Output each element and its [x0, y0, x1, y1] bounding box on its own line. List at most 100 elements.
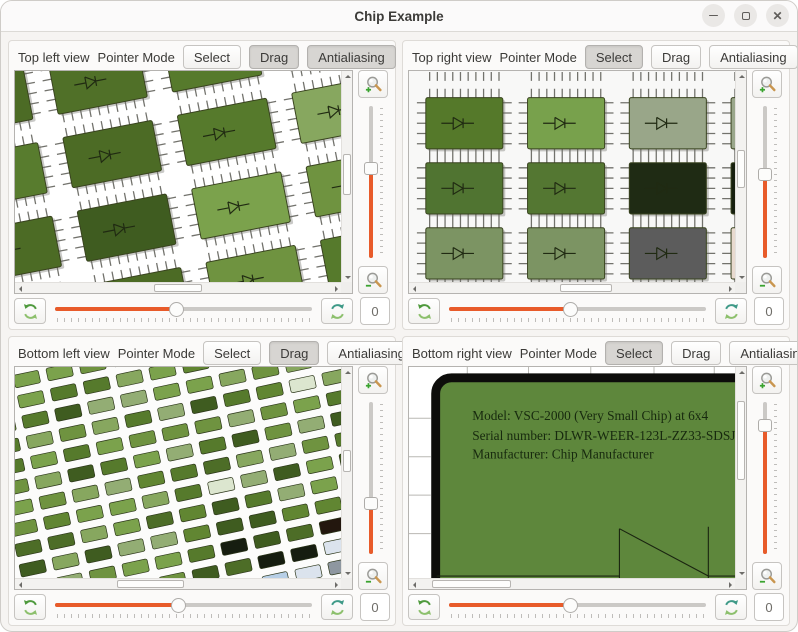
drag-button[interactable]: Drag [249, 45, 299, 69]
rotate-right-button[interactable] [715, 298, 747, 324]
rotation-spinbox[interactable]: 0 [360, 593, 390, 621]
antialiasing-button[interactable]: Antialiasing [729, 341, 798, 365]
horizontal-scrollbar-track[interactable] [26, 283, 330, 293]
drag-button[interactable]: Drag [651, 45, 701, 69]
scroll-down-button[interactable] [342, 271, 353, 282]
rotate-slider-handle[interactable] [171, 598, 186, 613]
scroll-left-button[interactable] [15, 579, 26, 590]
scroll-left-button[interactable] [409, 283, 420, 294]
rotate-slider-ticks [451, 318, 704, 322]
rotate-left-icon [21, 302, 40, 321]
vertical-scrollbar[interactable] [735, 367, 746, 578]
rotate-slider-handle[interactable] [169, 302, 184, 317]
rotate-slider[interactable] [447, 595, 708, 619]
rotate-right-button[interactable] [321, 298, 353, 324]
horizontal-scrollbar[interactable] [15, 282, 341, 293]
horizontal-scrollbar-track[interactable] [420, 579, 724, 589]
zoom-slider[interactable] [755, 104, 779, 260]
antialiasing-button[interactable]: Antialiasing [307, 45, 396, 69]
vertical-scrollbar[interactable] [341, 71, 352, 282]
vertical-scrollbar-thumb[interactable] [737, 401, 745, 480]
graphics-view[interactable] [408, 70, 747, 294]
drag-button[interactable]: Drag [269, 341, 319, 365]
horizontal-scrollbar[interactable] [409, 578, 735, 589]
horizontal-scrollbar-thumb[interactable] [117, 580, 184, 588]
zoom-out-button[interactable] [752, 266, 782, 294]
scroll-right-button[interactable] [330, 283, 341, 294]
rotate-right-button[interactable] [321, 594, 353, 620]
scroll-left-button[interactable] [15, 283, 26, 294]
scroll-up-button[interactable] [342, 367, 353, 378]
zoom-slider[interactable] [755, 400, 779, 556]
zoom-in-button[interactable] [752, 70, 782, 98]
rotate-slider[interactable] [53, 595, 314, 619]
zoom-in-button[interactable] [752, 366, 782, 394]
scroll-left-button[interactable] [409, 579, 420, 590]
scroll-right-button[interactable] [724, 579, 735, 590]
zoom-slider[interactable] [361, 104, 385, 260]
window-minimize-button[interactable] [702, 4, 725, 27]
vertical-scrollbar-track[interactable] [736, 82, 746, 271]
zoom-out-button[interactable] [358, 562, 388, 590]
vertical-scrollbar-thumb[interactable] [343, 154, 351, 196]
rotate-left-button[interactable] [14, 298, 46, 324]
zoom-slider-handle[interactable] [364, 162, 378, 175]
graphics-view[interactable] [14, 70, 353, 294]
vertical-scrollbar-track[interactable] [342, 378, 352, 567]
rotate-right-button[interactable] [715, 594, 747, 620]
zoom-slider[interactable] [361, 400, 385, 556]
vertical-scrollbar-track[interactable] [736, 378, 746, 567]
rotate-slider-handle[interactable] [563, 302, 578, 317]
titlebar[interactable]: Chip Example ✕ [1, 1, 797, 32]
graphics-view[interactable]: Model: VSC-2000 (Very Small Chip) at 6x4… [408, 366, 747, 590]
horizontal-scrollbar[interactable] [15, 578, 341, 589]
vertical-scrollbar[interactable] [735, 71, 746, 282]
zoom-out-button[interactable] [358, 266, 388, 294]
scroll-right-button[interactable] [330, 579, 341, 590]
vertical-scrollbar-thumb[interactable] [737, 150, 745, 188]
horizontal-scrollbar[interactable] [409, 282, 735, 293]
zoom-slider-handle[interactable] [364, 497, 378, 510]
scroll-up-button[interactable] [342, 71, 353, 82]
scroll-down-button[interactable] [736, 271, 747, 282]
rotate-slider[interactable] [53, 299, 314, 323]
vertical-scrollbar-track[interactable] [342, 82, 352, 271]
drag-button[interactable]: Drag [671, 341, 721, 365]
scroll-down-button[interactable] [342, 567, 353, 578]
rotate-left-button[interactable] [408, 594, 440, 620]
zoom-in-button[interactable] [358, 366, 388, 394]
select-button[interactable]: Select [585, 45, 643, 69]
zoom-slider-handle[interactable] [758, 168, 772, 181]
rotation-spinbox[interactable]: 0 [360, 297, 390, 325]
rotate-slider[interactable] [447, 299, 708, 323]
rotate-left-button[interactable] [14, 594, 46, 620]
zoom-slider-handle[interactable] [758, 419, 772, 432]
vertical-scrollbar[interactable] [341, 367, 352, 578]
zoom-column [356, 70, 390, 294]
scroll-down-button[interactable] [736, 567, 747, 578]
horizontal-scrollbar-track[interactable] [420, 283, 724, 293]
zoom-out-button[interactable] [752, 562, 782, 590]
zoom-in-button[interactable] [358, 70, 388, 98]
horizontal-scrollbar-thumb[interactable] [560, 284, 612, 292]
horizontal-scrollbar-thumb[interactable] [432, 580, 511, 588]
select-button[interactable]: Select [183, 45, 241, 69]
scroll-up-button[interactable] [736, 71, 747, 82]
rotate-left-button[interactable] [408, 298, 440, 324]
horizontal-scrollbar-thumb[interactable] [154, 284, 203, 292]
rotate-row: 0 [408, 593, 784, 621]
select-button[interactable]: Select [605, 341, 663, 365]
window-maximize-button[interactable] [734, 4, 757, 27]
rotation-spinbox[interactable]: 0 [754, 593, 784, 621]
zoom-out-icon [758, 271, 777, 290]
horizontal-scrollbar-track[interactable] [26, 579, 330, 589]
graphics-view[interactable] [14, 366, 353, 590]
scroll-right-button[interactable] [724, 283, 735, 294]
rotate-slider-handle[interactable] [563, 598, 578, 613]
select-button[interactable]: Select [203, 341, 261, 365]
scroll-up-button[interactable] [736, 367, 747, 378]
window-close-button[interactable]: ✕ [766, 4, 789, 27]
antialiasing-button[interactable]: Antialiasing [709, 45, 798, 69]
vertical-scrollbar-thumb[interactable] [343, 450, 351, 473]
rotation-spinbox[interactable]: 0 [754, 297, 784, 325]
